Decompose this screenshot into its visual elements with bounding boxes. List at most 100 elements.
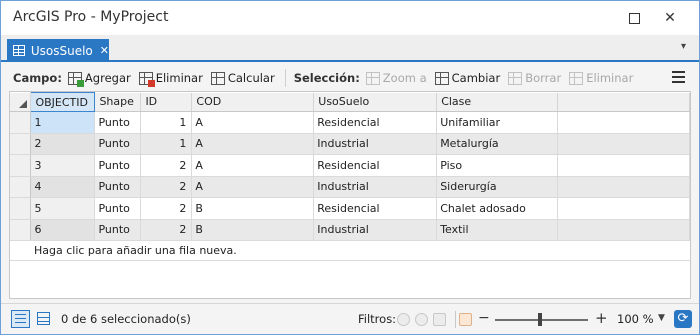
cell-objectid[interactable]: 3 xyxy=(30,154,96,177)
row-selector[interactable] xyxy=(10,219,32,241)
select-all-corner[interactable] xyxy=(10,92,32,112)
add-new-row[interactable]: Haga clic para añadir una fila nueva. xyxy=(10,240,690,261)
zoom-to-icon xyxy=(365,71,380,85)
cell-empty xyxy=(557,219,690,241)
table-row[interactable]: 2 Punto 1 A Industrial Metalurgía xyxy=(10,133,690,155)
cell-usosuelo[interactable]: Industrial xyxy=(313,176,438,198)
column-header-usosuelo[interactable]: UsoSuelo xyxy=(313,92,438,112)
delete-selection-label: Eliminar xyxy=(586,71,634,85)
table-row[interactable]: 5 Punto 2 B Residencial Chalet adosado xyxy=(10,197,690,220)
cell-usosuelo[interactable]: Industrial xyxy=(313,219,438,241)
cell-clase[interactable]: Metalurgía xyxy=(436,133,559,155)
sort-icon[interactable] xyxy=(459,313,472,326)
cell-cod[interactable]: A xyxy=(191,133,315,155)
cell-id[interactable]: 2 xyxy=(140,219,193,241)
maximize-icon xyxy=(628,12,640,24)
cell-id[interactable]: 2 xyxy=(140,176,193,198)
row-selector[interactable] xyxy=(10,176,32,198)
delete-selection-button[interactable]: Eliminar xyxy=(569,71,633,85)
column-header-shape[interactable]: Shape xyxy=(94,92,142,112)
extent-filter-icon[interactable] xyxy=(397,313,410,326)
cell-id[interactable]: 1 xyxy=(140,133,193,155)
attribute-table-window: ArcGIS Pro - MyProject ✕ UsosSuelo ✕ ▾ C… xyxy=(0,0,700,335)
selected-view-icon[interactable] xyxy=(37,312,50,325)
cell-cod[interactable]: A xyxy=(191,176,315,198)
cell-shape[interactable]: Punto xyxy=(94,111,142,134)
table-row[interactable]: 3 Punto 2 A Residencial Piso xyxy=(10,154,690,177)
switch-selection-button[interactable]: Cambiar xyxy=(434,71,501,85)
cell-id[interactable]: 1 xyxy=(140,111,193,134)
cell-shape[interactable]: Punto xyxy=(94,197,142,220)
maximize-button[interactable] xyxy=(623,7,645,29)
cell-clase[interactable]: Piso xyxy=(436,154,559,177)
add-field-label: Agregar xyxy=(84,71,131,85)
column-header-cod[interactable]: COD xyxy=(191,92,315,112)
switch-selection-label: Cambiar xyxy=(451,71,501,85)
cell-empty xyxy=(557,111,690,134)
delete-field-label: Eliminar xyxy=(155,71,203,85)
zoom-slider-handle[interactable] xyxy=(538,313,542,326)
cell-cod[interactable]: A xyxy=(191,111,315,134)
column-header-objectid[interactable]: OBJECTID xyxy=(30,92,96,112)
tab-close-icon[interactable]: ✕ xyxy=(100,44,109,57)
cell-clase[interactable]: Chalet adosado xyxy=(436,197,559,220)
table-row[interactable]: 6 Punto 2 B Industrial Textil xyxy=(10,219,690,241)
status-bar: 0 de 6 seleccionado(s) Filtros: − + 100 … xyxy=(1,303,699,334)
clear-selection-button[interactable]: Borrar xyxy=(508,71,561,85)
cell-cod[interactable]: A xyxy=(191,154,315,177)
cell-cod[interactable]: B xyxy=(191,219,315,241)
cell-id[interactable]: 2 xyxy=(140,154,193,177)
menu-icon[interactable] xyxy=(672,71,685,83)
zoom-dropdown-icon[interactable]: ▼ xyxy=(658,313,665,323)
cell-clase[interactable]: Unifamiliar xyxy=(436,111,559,134)
cell-shape[interactable]: Punto xyxy=(94,133,142,155)
clear-selection-icon xyxy=(508,71,523,85)
row-selector[interactable] xyxy=(10,133,32,155)
definition-filter-icon[interactable] xyxy=(433,313,446,326)
header-row: OBJECTID Shape ID COD UsoSuelo Clase xyxy=(10,92,690,112)
tab-usossuelo[interactable]: UsosSuelo ✕ xyxy=(7,39,109,62)
cell-objectid[interactable]: 6 xyxy=(30,219,96,241)
cell-usosuelo[interactable]: Residencial xyxy=(313,197,438,220)
cell-clase[interactable]: Siderurgía xyxy=(436,176,559,198)
cell-shape[interactable]: Punto xyxy=(94,154,142,177)
table-row[interactable]: 4 Punto 2 A Industrial Siderurgía xyxy=(10,176,690,198)
switch-selection-icon xyxy=(434,71,449,85)
column-header-clase[interactable]: Clase xyxy=(436,92,559,112)
selection-count: 0 de 6 seleccionado(s) xyxy=(61,312,191,326)
cell-objectid[interactable]: 1 xyxy=(30,111,96,134)
row-selector[interactable] xyxy=(10,111,32,134)
cell-shape[interactable]: Punto xyxy=(94,176,142,198)
cell-usosuelo[interactable]: Residencial xyxy=(313,111,438,134)
refresh-icon[interactable]: ⟳ xyxy=(674,310,692,328)
tab-overflow-icon[interactable]: ▾ xyxy=(681,42,689,52)
table-row[interactable]: 1 Punto 1 A Residencial Unifamiliar xyxy=(10,111,690,134)
cell-id[interactable]: 2 xyxy=(140,197,193,220)
zoom-to-button[interactable]: Zoom a xyxy=(365,71,427,85)
add-field-button[interactable]: Agregar xyxy=(67,71,131,87)
row-selector[interactable] xyxy=(10,197,32,220)
cell-objectid[interactable]: 5 xyxy=(30,197,96,220)
calculate-field-button[interactable]: Calcular xyxy=(210,71,275,85)
column-header-empty xyxy=(557,92,690,112)
close-button[interactable]: ✕ xyxy=(659,7,681,29)
cell-shape[interactable]: Punto xyxy=(94,219,142,241)
cell-usosuelo[interactable]: Residencial xyxy=(313,154,438,177)
column-header-id[interactable]: ID xyxy=(140,92,193,112)
row-selector[interactable] xyxy=(10,154,32,177)
time-filter-icon[interactable] xyxy=(415,313,428,326)
cell-empty xyxy=(557,197,690,220)
cell-cod[interactable]: B xyxy=(191,197,315,220)
filters-label: Filtros: xyxy=(358,312,397,326)
zoom-in-icon[interactable]: + xyxy=(595,309,608,327)
status-divider xyxy=(455,311,456,328)
tab-strip: UsosSuelo ✕ ▾ xyxy=(1,35,699,62)
zoom-out-icon[interactable]: − xyxy=(478,310,490,326)
delete-field-button[interactable]: Eliminar xyxy=(138,71,203,87)
cell-clase[interactable]: Textil xyxy=(436,219,559,241)
cell-objectid[interactable]: 2 xyxy=(30,133,96,155)
table-view-icon[interactable] xyxy=(11,310,30,328)
cell-objectid[interactable]: 4 xyxy=(30,176,96,198)
campo-label: Campo: xyxy=(13,71,62,85)
cell-usosuelo[interactable]: Industrial xyxy=(313,133,438,155)
